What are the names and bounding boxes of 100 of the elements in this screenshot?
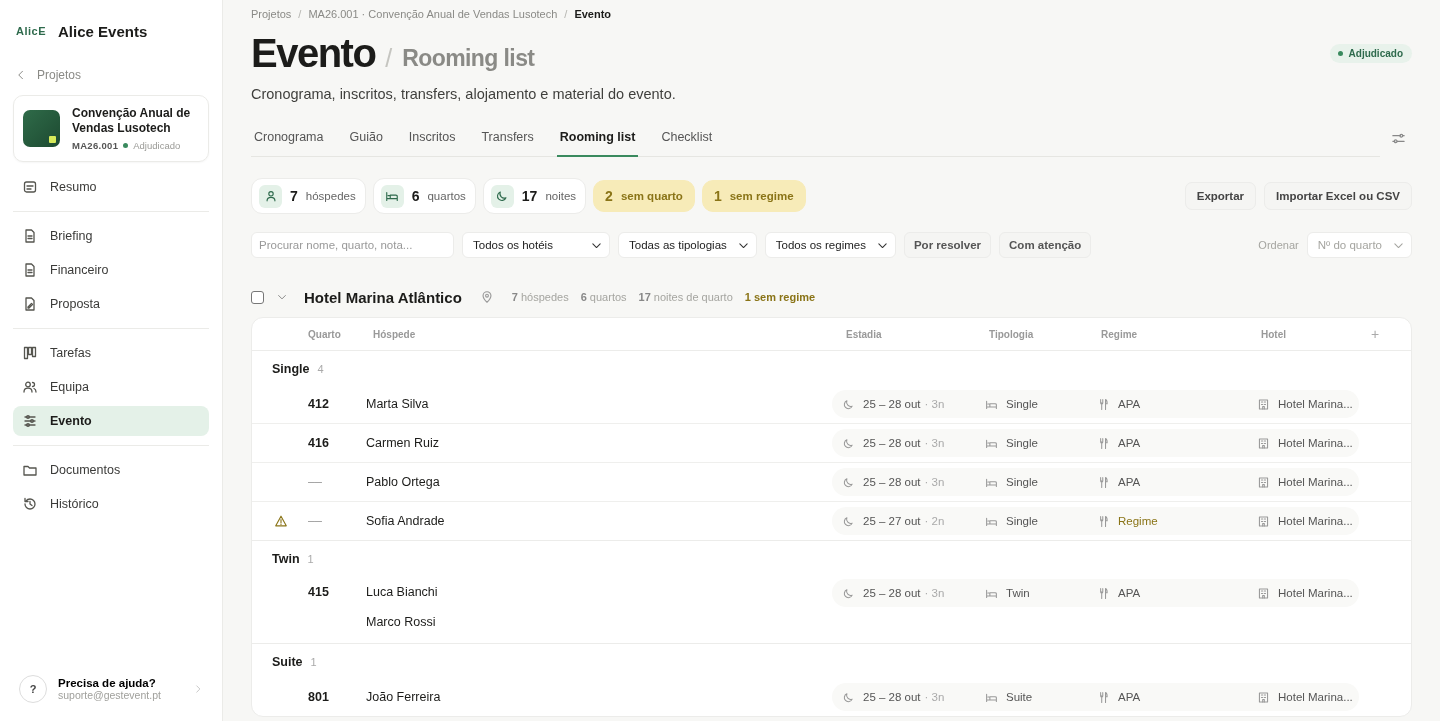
meal-plan: Regime: [1118, 515, 1158, 527]
tab[interactable]: Transfers: [478, 119, 537, 157]
guest-name[interactable]: João Ferreira: [366, 690, 834, 704]
stat-label: sem regime: [729, 190, 794, 202]
section-count: 4: [317, 363, 324, 375]
filter-toggle[interactable]: Com atenção: [999, 232, 1092, 258]
tab[interactable]: Cronograma: [251, 119, 327, 157]
sidebar-item[interactable]: Briefing: [13, 221, 209, 251]
help-link[interactable]: ? Precisa de ajuda? suporte@gestevent.pt: [13, 675, 209, 703]
guest-name[interactable]: Luca Bianchi: [366, 579, 834, 599]
sidebar-item[interactable]: Tarefas: [13, 338, 209, 368]
stat-label: sem quarto: [620, 190, 683, 202]
warning-chip[interactable]: 1 sem regime: [701, 180, 806, 212]
sidebar-item[interactable]: Financeiro: [13, 255, 209, 285]
room-type: Suite: [1006, 691, 1033, 703]
people-icon: [22, 379, 38, 395]
nights-count: · 3n: [924, 476, 945, 488]
project-thumbnail: [23, 110, 60, 147]
sort-label: Ordenar: [1258, 239, 1299, 251]
stat-value: 17: [521, 188, 538, 204]
sidebar-item[interactable]: Evento: [13, 406, 209, 436]
meal-plan: APA: [1118, 437, 1141, 449]
building-icon: [1257, 690, 1270, 704]
hotel-name: Hotel Marina...: [1278, 587, 1353, 599]
chevron-right-icon: [193, 683, 203, 694]
group-stat: 7 hóspedes: [511, 291, 569, 303]
room-number: 801: [308, 690, 330, 704]
building-icon: [1257, 436, 1270, 450]
breadcrumb-separator: /: [564, 8, 568, 20]
room-type: Single: [1006, 515, 1038, 527]
moon-icon: [842, 586, 855, 600]
tab[interactable]: Rooming list: [556, 119, 639, 157]
sidebar-item[interactable]: Histórico: [13, 489, 209, 519]
hotel-name: Hotel Marina...: [1278, 476, 1353, 488]
filter-dropdown[interactable]: Todos os regimes: [764, 232, 896, 258]
nights-count: · 3n: [924, 398, 945, 410]
project-code: MA26.001: [72, 140, 119, 151]
location-pin-icon: [479, 290, 494, 304]
section-count: 1: [307, 553, 314, 565]
cutlery-icon: [1097, 475, 1110, 489]
title-separator: /: [385, 43, 393, 74]
page-title: Evento: [251, 30, 376, 76]
checkbox[interactable]: [251, 290, 264, 304]
cutlery-icon: [1097, 514, 1110, 528]
tab[interactable]: Checklist: [658, 119, 716, 157]
hotel-group-name: Hotel Marina Atlântico: [304, 288, 462, 306]
stay-dates: 25 – 27 out: [863, 515, 921, 527]
column-header: Quarto: [308, 328, 342, 340]
stat-value: 1: [713, 188, 722, 204]
building-icon: [1257, 397, 1270, 411]
help-email: suporte@gestevent.pt: [58, 689, 161, 701]
column-header: Hóspede: [372, 328, 417, 340]
filter-dropdown[interactable]: Todas as tipologias: [618, 232, 757, 258]
section-title: Suite: [272, 655, 303, 669]
tab[interactable]: Inscritos: [405, 119, 459, 157]
page-subtitle: Rooming list: [402, 44, 535, 73]
guest-name[interactable]: Sofia Andrade: [366, 514, 834, 528]
sidebar-item[interactable]: Resumo: [13, 172, 209, 202]
column-header: Hotel: [1260, 328, 1286, 340]
document-icon: [22, 262, 38, 278]
building-icon: [1257, 475, 1270, 489]
card-icon: [22, 179, 38, 195]
cutlery-icon: [1097, 586, 1110, 600]
breadcrumb-item[interactable]: Evento: [574, 8, 612, 20]
meal-plan: APA: [1118, 691, 1141, 703]
tab[interactable]: Guião: [346, 119, 386, 157]
project-card[interactable]: Convenção Anual de Vendas Lusotech MA26.001 Adjudicado: [13, 95, 209, 162]
board-icon: [22, 345, 38, 361]
person-icon: [263, 189, 278, 203]
status-badge: Adjudicado: [1329, 43, 1412, 63]
stat-value: 6: [411, 188, 420, 204]
filter-dropdown[interactable]: Todos os hotéis: [462, 232, 610, 258]
nights-count: · 3n: [924, 587, 945, 599]
guest-name[interactable]: Carmen Ruiz: [366, 436, 834, 450]
hotel-name: Hotel Marina...: [1278, 398, 1353, 410]
guest-name[interactable]: Pablo Ortega: [366, 475, 834, 489]
moon-icon: [495, 189, 510, 203]
sidebar-item[interactable]: Documentos: [13, 455, 209, 485]
guest-name[interactable]: Marta Silva: [366, 397, 834, 411]
sidebar-item[interactable]: Proposta: [13, 289, 209, 319]
filter-toggle[interactable]: Por resolver: [903, 232, 992, 258]
moon-icon: [842, 436, 855, 450]
help-title: Precisa de ajuda?: [58, 677, 157, 689]
action-button[interactable]: Exportar: [1184, 182, 1256, 210]
stat-label: noites: [545, 190, 577, 202]
room-number: 412: [308, 397, 330, 411]
bed-icon: [385, 189, 400, 203]
stay-dates: 25 – 28 out: [863, 398, 921, 410]
search-field[interactable]: Procurar nome, quarto, nota...: [251, 232, 454, 258]
cutlery-icon: [1097, 690, 1110, 704]
sidebar-item[interactable]: Equipa: [13, 372, 209, 402]
warning-chip[interactable]: 2 sem quarto: [593, 180, 695, 212]
moon-icon: [842, 397, 855, 411]
guest-name[interactable]: Marco Rossi: [366, 609, 834, 629]
logo: AlicE: [16, 25, 46, 37]
stat-value: 7: [290, 188, 298, 204]
meal-plan: APA: [1118, 587, 1141, 599]
back-link[interactable]: Projetos: [13, 62, 209, 88]
moon-icon: [842, 475, 855, 489]
action-button[interactable]: Importar Excel ou CSV: [1264, 182, 1412, 210]
